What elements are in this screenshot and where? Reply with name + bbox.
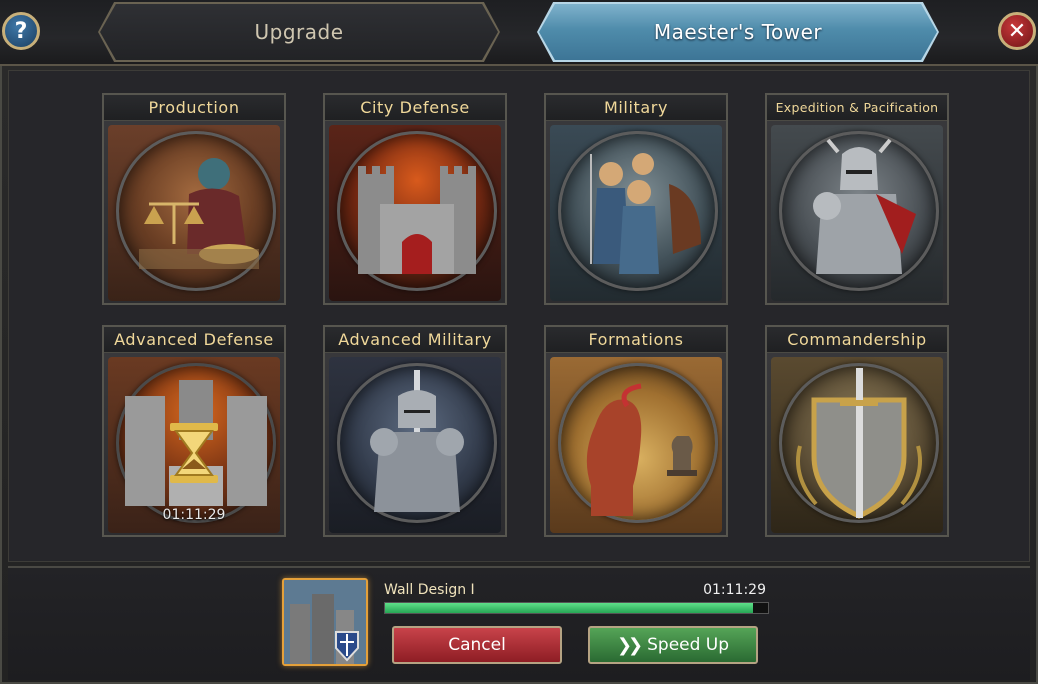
research-name: Wall Design I: [384, 582, 475, 598]
speed-up-label: Speed Up: [647, 635, 730, 655]
card-art: [550, 125, 722, 301]
scales-merchant-icon: [116, 131, 276, 291]
knight-sword-icon: [337, 363, 497, 523]
card-title: Military: [546, 95, 726, 121]
castle-icon: [337, 131, 497, 291]
cancel-label: Cancel: [448, 635, 506, 655]
card-title: Expedition & Pacification: [767, 95, 947, 121]
card-title: Formations: [546, 327, 726, 353]
card-formations[interactable]: Formations: [544, 325, 728, 537]
card-advanced-defense[interactable]: Advanced Defense 01:11:29: [102, 325, 286, 537]
card-military[interactable]: Military: [544, 93, 728, 305]
card-art: 01:11:29: [108, 357, 280, 533]
help-button[interactable]: ?: [2, 12, 40, 50]
card-title: Production: [104, 95, 284, 121]
card-title: Advanced Defense: [104, 327, 284, 353]
speed-up-button[interactable]: ❯❯ Speed Up: [588, 626, 758, 664]
close-icon: ✕: [1007, 18, 1027, 44]
question-icon: ?: [14, 18, 28, 44]
wall-design-icon[interactable]: [282, 578, 368, 666]
close-button[interactable]: ✕: [998, 12, 1036, 50]
research-timer: 01:11:29: [703, 582, 766, 598]
shield-sword-icon: [779, 363, 939, 523]
fast-forward-icon: ❯❯: [616, 634, 643, 656]
card-art: [771, 357, 943, 533]
top-bar: Upgrade Maester's Tower ? ✕: [0, 0, 1038, 66]
tab-upgrade[interactable]: Upgrade: [100, 4, 498, 60]
hourglass-icon: [164, 421, 224, 485]
research-category-grid: Production City Defense Military Expedit…: [8, 70, 1030, 562]
chess-pieces-icon: [558, 363, 718, 523]
research-status-panel: Wall Design I 01:11:29 Cancel ❯❯ Speed U…: [8, 566, 1030, 680]
card-title: City Defense: [325, 95, 505, 121]
card-advanced-military[interactable]: Advanced Military: [323, 325, 507, 537]
research-progress-bar: [384, 602, 769, 614]
card-art: [108, 125, 280, 301]
tab-maesters-tower[interactable]: Maester's Tower: [539, 4, 937, 60]
card-commandership[interactable]: Commandership: [765, 325, 949, 537]
card-production[interactable]: Production: [102, 93, 286, 305]
card-expedition-pacification[interactable]: Expedition & Pacification: [765, 93, 949, 305]
card-city-defense[interactable]: City Defense: [323, 93, 507, 305]
research-progress-fill: [385, 603, 753, 613]
card-art: [771, 125, 943, 301]
card-title: Advanced Military: [325, 327, 505, 353]
cancel-button[interactable]: Cancel: [392, 626, 562, 664]
card-art: [329, 125, 501, 301]
card-title: Commandership: [767, 327, 947, 353]
soldiers-icon: [558, 131, 718, 291]
armored-knight-icon: [779, 131, 939, 291]
card-art: [329, 357, 501, 533]
category-timer: 01:11:29: [162, 507, 226, 523]
card-art: [550, 357, 722, 533]
